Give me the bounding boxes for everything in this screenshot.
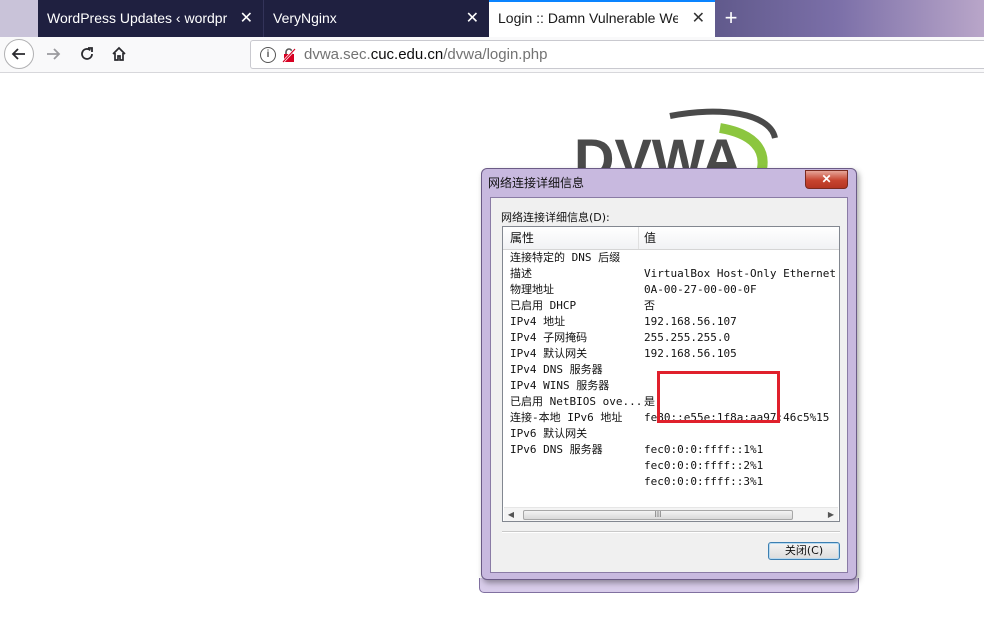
dialog-frame-shadow — [479, 578, 859, 593]
list-item[interactable]: IPv4 地址 192.168.56.107 — [503, 314, 839, 330]
property-cell: IPv6 默认网关 — [510, 427, 588, 440]
dialog-content: 网络连接详细信息(D): 属性 值 连接特定的 DNS 后缀 描述 Virtual… — [490, 197, 848, 573]
separator — [502, 531, 840, 533]
url-prefix: dvwa.sec. — [304, 46, 371, 63]
value-cell: 192.168.56.105 — [644, 347, 737, 360]
scroll-right-icon[interactable]: ▶ — [824, 508, 838, 521]
new-tab-button[interactable]: + — [720, 4, 742, 32]
value-cell: VirtualBox Host-Only Ethernet Adapter — [644, 267, 839, 280]
property-cell: 已启用 NetBIOS ove... — [510, 395, 640, 408]
close-tab-icon[interactable]: ✕ — [466, 0, 479, 37]
value-cell: 0A-00-27-00-00-0F — [644, 283, 757, 296]
reload-button[interactable] — [74, 37, 100, 72]
value-cell: 255.255.255.0 — [644, 331, 731, 344]
dialog-title: 网络连接详细信息 — [488, 176, 585, 190]
details-list[interactable]: 属性 值 连接特定的 DNS 后缀 描述 VirtualBox Host-Only… — [502, 226, 840, 522]
arrow-left-icon — [11, 48, 25, 60]
list-item[interactable]: fec0:0:0:ffff::3%1 — [503, 474, 839, 490]
list-item[interactable]: IPv6 DNS 服务器 fec0:0:0:ffff::1%1 — [503, 442, 839, 458]
property-cell: IPv4 子网掩码 — [510, 331, 588, 344]
list-item[interactable]: 物理地址 0A-00-27-00-00-0F — [503, 282, 839, 298]
list-item[interactable]: 描述 VirtualBox Host-Only Ethernet Adapter — [503, 266, 839, 282]
navigation-bar: i dvwa.sec.cuc.edu.cn/dvwa/login.php — [0, 37, 984, 73]
tab-verynginx[interactable]: VeryNginx ✕ — [264, 0, 489, 37]
tab-overflow-area — [0, 0, 38, 37]
address-bar[interactable]: i dvwa.sec.cuc.edu.cn/dvwa/login.php — [250, 40, 984, 69]
property-cell: 已启用 DHCP — [510, 299, 577, 312]
back-button[interactable] — [4, 39, 34, 69]
home-icon — [112, 46, 126, 61]
dialog-close-button[interactable]: ✕ — [805, 170, 848, 189]
tab-dvwa-login[interactable]: Login :: Damn Vulnerable Web A ✕ — [489, 0, 715, 37]
tab-label: Login :: Damn Vulnerable Web A — [498, 10, 678, 26]
value-cell: fec0:0:0:ffff::1%1 — [644, 443, 764, 456]
property-cell: IPv4 DNS 服务器 — [510, 363, 603, 376]
property-cell: IPv4 WINS 服务器 — [510, 379, 610, 392]
tab-label: WordPress Updates ‹ wordpress — [47, 10, 227, 26]
list-header: 属性 值 — [503, 227, 839, 250]
value-cell: 192.168.56.107 — [644, 315, 737, 328]
forward-button[interactable] — [40, 37, 66, 72]
list-item[interactable]: 已启用 DHCP 否 — [503, 298, 839, 314]
value-cell: fec0:0:0:ffff::3%1 — [644, 475, 764, 488]
scroll-left-icon[interactable]: ◀ — [504, 508, 518, 521]
ip-highlight-box — [657, 371, 780, 423]
arrow-right-icon — [47, 48, 61, 60]
url-path: /dvwa/login.php — [443, 46, 548, 63]
property-cell: 描述 — [510, 267, 532, 280]
details-label: 网络连接详细信息(D): — [501, 211, 610, 224]
property-cell: 物理地址 — [510, 283, 554, 296]
tab-label: VeryNginx — [273, 10, 337, 26]
list-item[interactable]: IPv6 默认网关 — [503, 426, 839, 442]
url-text[interactable]: dvwa.sec.cuc.edu.cn/dvwa/login.php — [304, 41, 548, 68]
column-header-value[interactable]: 值 — [644, 227, 656, 249]
property-cell: IPv6 DNS 服务器 — [510, 443, 603, 456]
column-header-property[interactable]: 属性 — [510, 227, 639, 249]
tab-strip: WordPress Updates ‹ wordpress ✕ VeryNgin… — [0, 0, 984, 37]
property-cell: 连接-本地 IPv6 地址 — [510, 411, 623, 424]
info-icon[interactable]: i — [260, 47, 276, 63]
url-domain: cuc.edu.cn — [370, 46, 444, 63]
property-cell: IPv4 地址 — [510, 315, 566, 328]
value-cell: fec0:0:0:ffff::2%1 — [644, 459, 764, 472]
list-item[interactable]: IPv4 默认网关 192.168.56.105 — [503, 346, 839, 362]
network-details-dialog: 网络连接详细信息 ✕ 网络连接详细信息(D): 属性 值 连接特定的 DNS 后… — [481, 168, 857, 580]
insecure-lock-icon[interactable] — [282, 47, 296, 63]
tab-wordpress-updates[interactable]: WordPress Updates ‹ wordpress ✕ — [38, 0, 263, 37]
property-cell: IPv4 默认网关 — [510, 347, 588, 360]
list-item[interactable]: 连接特定的 DNS 后缀 — [503, 250, 839, 266]
close-tab-icon[interactable]: ✕ — [692, 2, 705, 35]
horizontal-scrollbar[interactable]: ◀ III ▶ — [504, 507, 838, 521]
value-cell: 否 — [644, 299, 655, 312]
scrollbar-thumb[interactable]: III — [523, 510, 793, 520]
list-item[interactable]: fec0:0:0:ffff::2%1 — [503, 458, 839, 474]
close-button[interactable]: 关闭(C) — [768, 542, 840, 560]
home-button[interactable] — [106, 37, 132, 72]
list-item[interactable]: IPv4 子网掩码 255.255.255.0 — [503, 330, 839, 346]
reload-icon — [81, 47, 93, 60]
close-tab-icon[interactable]: ✕ — [240, 0, 253, 37]
property-cell: 连接特定的 DNS 后缀 — [510, 251, 621, 264]
list-rows: 连接特定的 DNS 后缀 描述 VirtualBox Host-Only Ethe… — [503, 250, 839, 490]
